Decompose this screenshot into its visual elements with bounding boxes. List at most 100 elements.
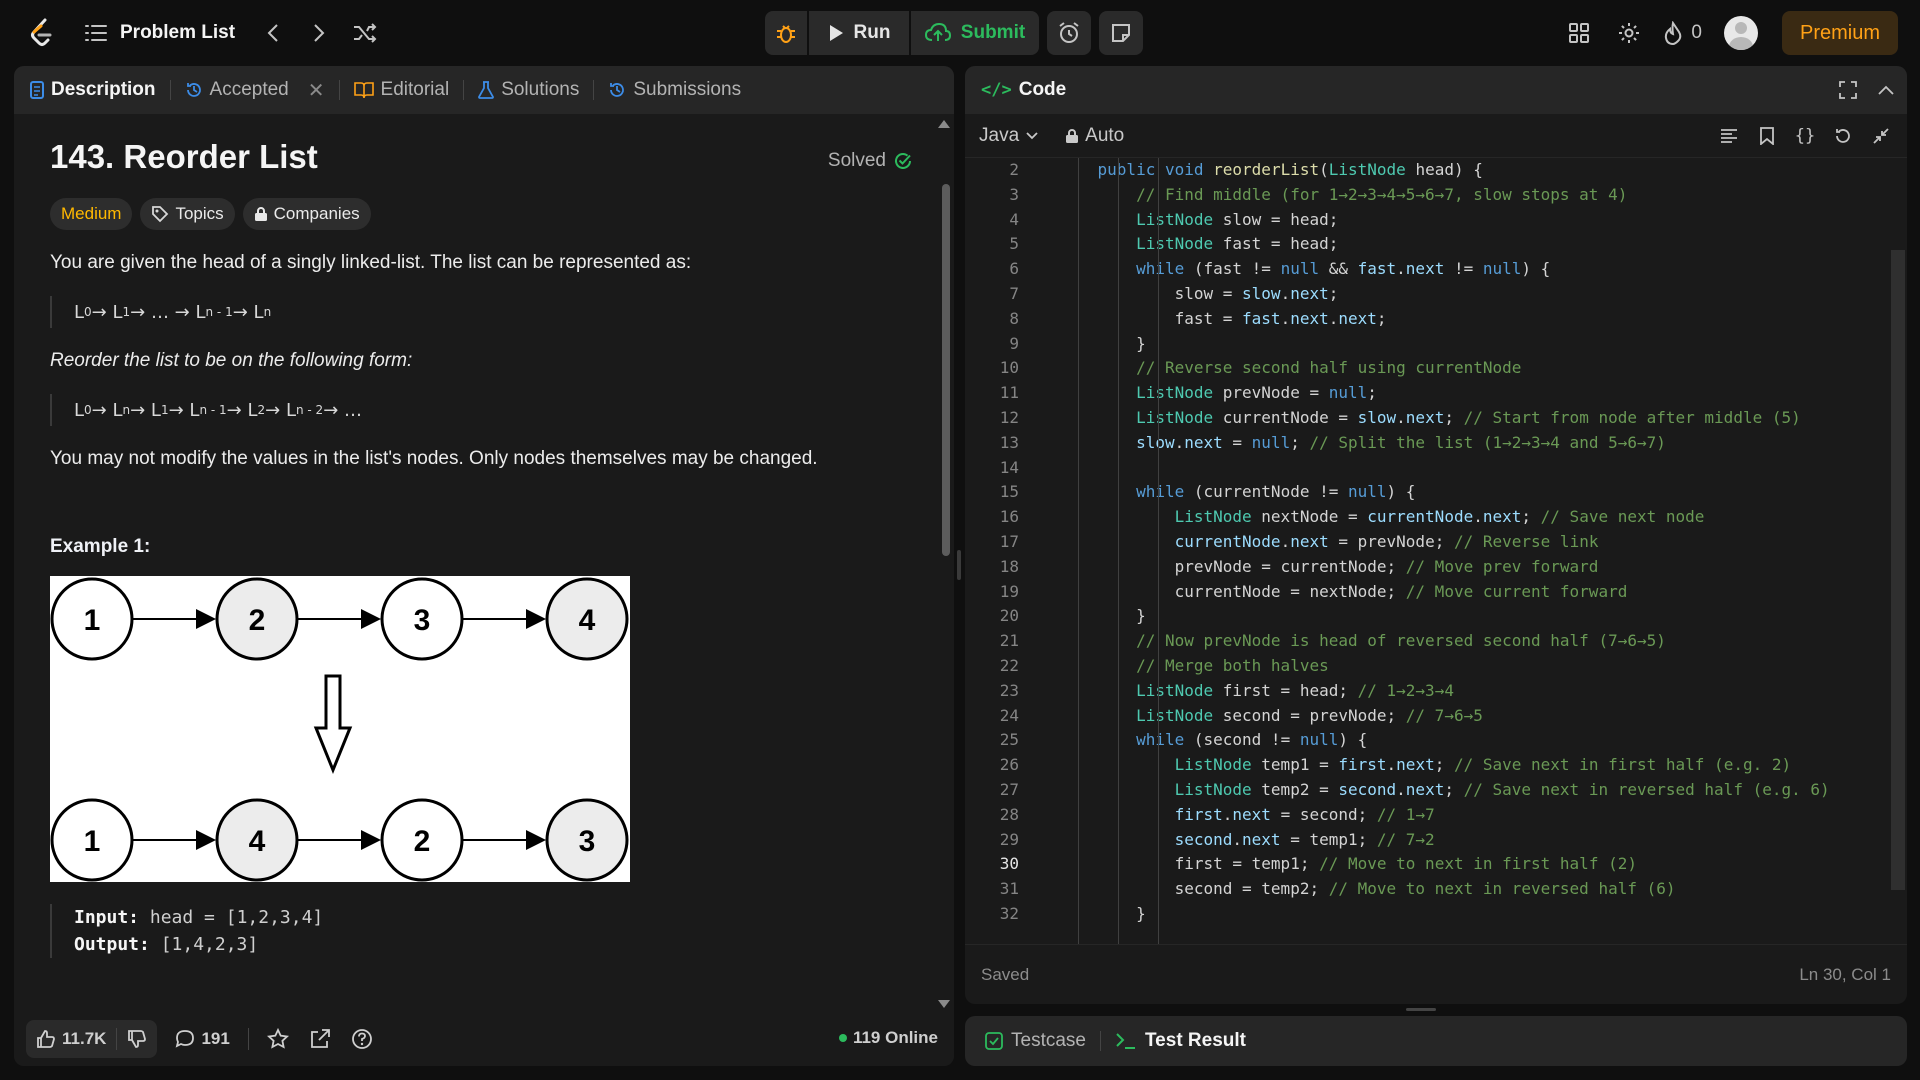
line-number: 29: [999, 829, 1019, 849]
code-line[interactable]: 16 ListNode nextNode = currentNode.next;…: [965, 505, 1907, 530]
tab-testcase[interactable]: Testcase: [985, 1030, 1086, 1052]
streak-counter[interactable]: 0: [1663, 21, 1702, 45]
code-text: slow.next = null; // Split the list (1→2…: [1136, 432, 1666, 452]
run-button[interactable]: Run: [809, 11, 909, 55]
notes-button[interactable]: [1099, 11, 1143, 55]
line-number: 22: [999, 655, 1019, 675]
debug-button[interactable]: [765, 11, 807, 55]
code-line[interactable]: 19 currentNode = nextNode; // Move curre…: [965, 580, 1907, 605]
favorite-button[interactable]: [257, 1020, 299, 1058]
description-scrollbar[interactable]: [942, 184, 950, 556]
code-line[interactable]: 29 second.next = temp1; // 7→2: [965, 828, 1907, 853]
prev-problem-icon[interactable]: [253, 13, 293, 53]
help-button[interactable]: [341, 1020, 383, 1058]
braces-icon[interactable]: {}: [1791, 122, 1819, 150]
code-line[interactable]: 24 ListNode second = prevNode; // 7→6→5: [965, 704, 1907, 729]
tab-submissions[interactable]: Submissions: [608, 79, 755, 101]
companies-chip[interactable]: Companies: [242, 198, 371, 230]
format-icon[interactable]: [1715, 122, 1743, 150]
vertical-splitter[interactable]: [957, 550, 961, 580]
leetcode-logo[interactable]: [22, 13, 62, 53]
code-line[interactable]: 30 first = temp1; // Move to next in fir…: [965, 852, 1907, 877]
svg-text:3: 3: [579, 825, 596, 858]
tab-code[interactable]: </> Code: [981, 79, 1080, 101]
premium-button[interactable]: Premium: [1781, 11, 1898, 55]
language-select[interactable]: Java: [979, 125, 1039, 147]
code-line[interactable]: 15 while (currentNode != null) {: [965, 480, 1907, 505]
code-line[interactable]: 26 ListNode temp1 = first.next; // Save …: [965, 753, 1907, 778]
code-line[interactable]: 11 ListNode prevNode = null;: [965, 381, 1907, 406]
gear-icon[interactable]: [1609, 13, 1649, 53]
code-line[interactable]: 27 ListNode temp2 = second.next; // Save…: [965, 778, 1907, 803]
bookmark-icon[interactable]: [1753, 122, 1781, 150]
code-line[interactable]: 7 slow = slow.next;: [965, 282, 1907, 307]
footer-divider: [247, 1028, 249, 1050]
tab-solutions[interactable]: Solutions: [478, 79, 593, 101]
problem-description: 143. Reorder List Solved Medium Topics C…: [14, 114, 954, 1012]
example-bottom-row: 1 4 2 3: [50, 798, 629, 882]
tab-editorial[interactable]: Editorial: [353, 79, 464, 101]
code-line[interactable]: 10 // Reverse second half using currentN…: [965, 356, 1907, 381]
close-icon[interactable]: ✕: [308, 78, 325, 103]
line-number: 31: [999, 879, 1019, 899]
code-line[interactable]: 25 while (second != null) {: [965, 728, 1907, 753]
tab-accepted[interactable]: Accepted ✕: [185, 78, 339, 103]
line-number: 27: [999, 779, 1019, 799]
line-number: 19: [999, 581, 1019, 601]
svg-text:4: 4: [579, 604, 596, 637]
code-line[interactable]: 2 public void reorderList(ListNode head)…: [965, 158, 1907, 183]
code-line[interactable]: 4 ListNode slow = head;: [965, 208, 1907, 233]
maximize-icon[interactable]: [1839, 81, 1857, 104]
shuffle-icon[interactable]: [345, 13, 385, 53]
code-line[interactable]: 28 first.next = second; // 1→7: [965, 803, 1907, 828]
code-line[interactable]: 18 prevNode = currentNode; // Move prev …: [965, 555, 1907, 580]
minimize-icon[interactable]: [1867, 122, 1895, 150]
problem-list-link[interactable]: Problem List: [120, 22, 235, 44]
code-line[interactable]: 22 // Merge both halves: [965, 654, 1907, 679]
code-line[interactable]: 13 slow.next = null; // Split the list (…: [965, 431, 1907, 456]
code-line[interactable]: 31 second = temp2; // Move to next in re…: [965, 877, 1907, 902]
share-button[interactable]: [299, 1020, 341, 1058]
timer-button[interactable]: [1047, 11, 1091, 55]
code-line[interactable]: 9 }: [965, 332, 1907, 357]
editor-scrollbar[interactable]: [1891, 250, 1905, 890]
code-line[interactable]: 8 fast = fast.next.next;: [965, 307, 1907, 332]
difficulty-badge[interactable]: Medium: [50, 198, 133, 230]
line-number: 25: [999, 730, 1019, 750]
vote-group: 11.7K: [26, 1020, 158, 1058]
code-line[interactable]: 21 // Now prevNode is head of reversed s…: [965, 629, 1907, 654]
code-line[interactable]: 5 ListNode fast = head;: [965, 232, 1907, 257]
svg-text:3: 3: [414, 604, 431, 637]
avatar[interactable]: [1723, 16, 1758, 50]
layout-icon[interactable]: [1559, 13, 1599, 53]
code-line[interactable]: 6 while (fast != null && fast.next != nu…: [965, 257, 1907, 282]
scroll-down-icon[interactable]: [938, 1000, 950, 1008]
scroll-up-icon[interactable]: [938, 120, 950, 128]
resize-handle[interactable]: [1406, 1008, 1436, 1011]
line-number: 17: [999, 531, 1019, 551]
like-button[interactable]: 11.7K: [26, 1020, 116, 1058]
code-line[interactable]: 17 currentNode.next = prevNode; // Rever…: [965, 530, 1907, 555]
share-icon: [310, 1029, 330, 1048]
tab-description[interactable]: Description: [30, 79, 170, 101]
code-line[interactable]: 23 ListNode first = head; // 1→2→3→4: [965, 679, 1907, 704]
output-value: [1,4,2,3]: [149, 934, 259, 955]
code-line[interactable]: 14: [965, 456, 1907, 481]
code-editor[interactable]: 2 public void reorderList(ListNode head)…: [965, 158, 1907, 944]
comment-icon: [176, 1030, 195, 1048]
code-line[interactable]: 12 ListNode currentNode = slow.next; // …: [965, 406, 1907, 431]
collapse-icon[interactable]: [1877, 83, 1895, 101]
submit-button[interactable]: Submit: [911, 11, 1039, 55]
code-icon: </>: [981, 80, 1012, 100]
comments-button[interactable]: 191: [165, 1020, 239, 1058]
auto-mode[interactable]: Auto: [1065, 125, 1124, 147]
list-icon[interactable]: [76, 13, 116, 53]
code-line[interactable]: 3 // Find middle (for 1→2→3→4→5→6→7, slo…: [965, 183, 1907, 208]
tab-test-result[interactable]: Test Result: [1115, 1030, 1246, 1052]
reset-icon[interactable]: [1829, 122, 1857, 150]
dislike-button[interactable]: [117, 1020, 157, 1058]
topics-chip[interactable]: Topics: [140, 198, 235, 230]
code-line[interactable]: 32 }: [965, 902, 1907, 927]
code-line[interactable]: 20 }: [965, 604, 1907, 629]
next-problem-icon[interactable]: [299, 13, 339, 53]
